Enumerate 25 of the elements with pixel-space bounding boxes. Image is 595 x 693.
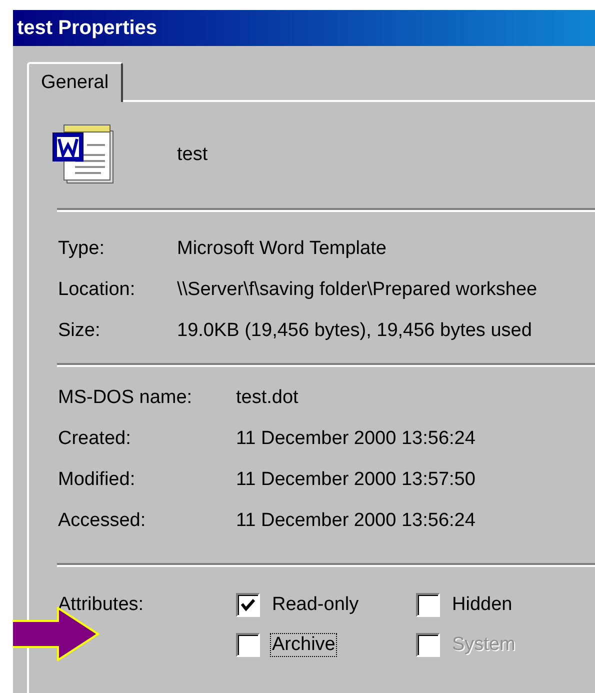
field-value: 11 December 2000 13:56:24 — [236, 428, 476, 450]
field-value: 11 December 2000 13:56:24 — [236, 510, 476, 532]
checkbox-label[interactable]: Archive — [270, 633, 338, 657]
field-label: MS-DOS name: — [58, 386, 194, 408]
field-value: test.dot — [236, 386, 300, 408]
checkbox[interactable] — [416, 593, 440, 617]
checkbox-label[interactable]: Read-only — [270, 593, 361, 617]
field-label: Type: — [58, 238, 106, 260]
tab[interactable]: General — [27, 62, 123, 102]
field-label: Location: — [58, 278, 136, 300]
field-label: Accessed: — [58, 510, 147, 532]
checkbox[interactable] — [236, 633, 260, 657]
check-icon — [241, 599, 255, 611]
checkbox-label[interactable]: Hidden — [450, 593, 514, 617]
field-value: 11 December 2000 13:57:50 — [236, 468, 476, 490]
field-value: Microsoft Word Template — [177, 238, 388, 260]
field-label: Created: — [58, 428, 132, 450]
field-label: Size: — [58, 320, 102, 342]
window-title: test Properties — [17, 16, 158, 40]
file-name: test — [177, 144, 208, 166]
field-value: 19.0KB (19,456 bytes), 19,456 bytes used — [177, 320, 533, 342]
field-label: Attributes: — [58, 593, 145, 617]
field-label: Modified: — [58, 468, 136, 490]
checkbox[interactable] — [236, 593, 260, 617]
field-value: \\Server\f\saving folder\Prepared workshee — [177, 278, 538, 300]
